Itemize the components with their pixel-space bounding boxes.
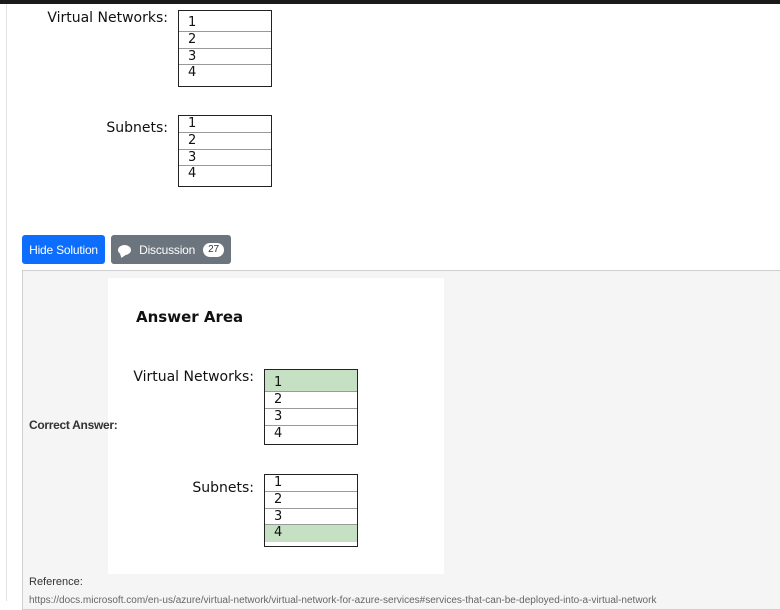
question-vnet-option[interactable]: 3 bbox=[179, 49, 271, 66]
answer-subnet-option: 2 bbox=[265, 492, 357, 509]
top-bar bbox=[0, 0, 780, 4]
reference-label: Reference: bbox=[29, 576, 83, 588]
discussion-button[interactable]: Discussion 27 bbox=[111, 235, 231, 264]
question-subnet-option[interactable]: 2 bbox=[179, 133, 271, 150]
answer-vnet-option: 4 bbox=[274, 425, 283, 441]
question-subnet-list[interactable]: 1 2 3 4 bbox=[178, 115, 272, 187]
answer-vnet-row: Virtual Networks: 1 2 3 4 bbox=[128, 369, 358, 445]
answer-subnet-option: 1 bbox=[265, 475, 357, 492]
answer-subnet-label: Subnets: bbox=[192, 480, 254, 496]
answer-vnet-option: 3 bbox=[265, 409, 357, 426]
question-subnet-option[interactable]: 3 bbox=[179, 150, 271, 167]
correct-answer-label: Correct Answer: bbox=[29, 418, 118, 432]
comment-icon bbox=[118, 244, 132, 255]
answer-subnet-option: 3 bbox=[265, 509, 357, 526]
answer-area-title: Answer Area bbox=[136, 308, 244, 326]
question-vnet-option[interactable]: 2 bbox=[179, 32, 271, 49]
discussion-label: Discussion bbox=[139, 242, 196, 257]
answer-subnet-list: 1 2 3 4 bbox=[264, 474, 358, 547]
answer-vnet-label: Virtual Networks: bbox=[133, 369, 254, 385]
hide-solution-button[interactable]: Hide Solution bbox=[22, 235, 105, 264]
answer-subnet-option-selected: 4 bbox=[265, 525, 357, 543]
question-vnet-option[interactable]: 4 bbox=[179, 65, 271, 82]
question-vnet-list[interactable]: 1 2 3 4 bbox=[178, 10, 272, 87]
answer-vnet-list: 1 2 3 4 bbox=[264, 369, 358, 445]
answer-vnet-option-selected: 1 bbox=[265, 370, 357, 392]
question-subnet-row: Subnets: 1 2 3 4 bbox=[40, 115, 272, 187]
answer-subnet-row: Subnets: 1 2 3 4 bbox=[128, 474, 358, 547]
question-subnet-option[interactable]: 1 bbox=[179, 116, 271, 133]
discussion-count-badge: 27 bbox=[203, 242, 224, 257]
question-subnet-option[interactable]: 4 bbox=[179, 166, 271, 183]
question-subnet-label: Subnets: bbox=[106, 120, 168, 136]
left-border bbox=[6, 4, 7, 601]
question-vnet-option[interactable]: 1 bbox=[179, 15, 271, 32]
question-vnet-row: Virtual Networks: 1 2 3 4 bbox=[40, 10, 272, 87]
answer-vnet-option: 2 bbox=[265, 392, 357, 409]
question-vnet-label: Virtual Networks: bbox=[47, 10, 168, 26]
hide-solution-label: Hide Solution bbox=[29, 242, 98, 257]
